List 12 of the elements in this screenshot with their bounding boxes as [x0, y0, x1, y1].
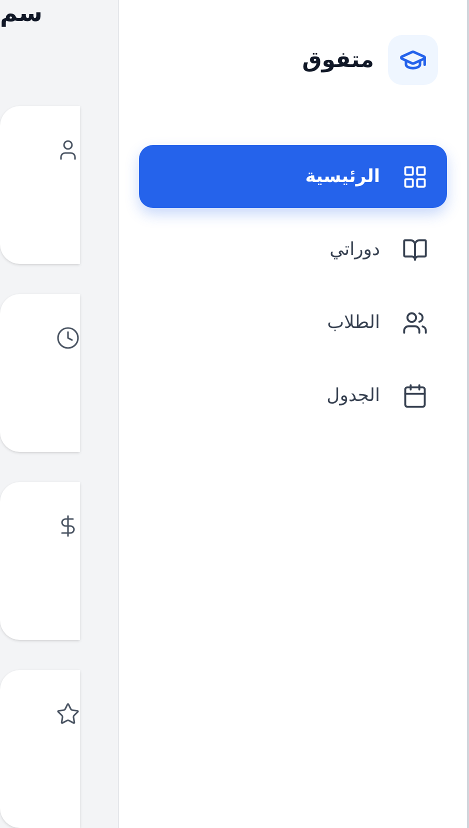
nav-item[interactable]: دوراتي — [139, 218, 447, 281]
clock-icon — [56, 326, 80, 350]
nav-item[interactable]: الرئيسية — [139, 145, 447, 208]
nav-item[interactable]: الطلاب — [139, 291, 447, 354]
grid-icon — [402, 164, 428, 190]
brand-name: متفوق — [302, 46, 374, 74]
book-icon — [402, 236, 428, 262]
star-icon — [56, 702, 80, 726]
users-icon — [402, 310, 428, 336]
nav-item[interactable]: الجدول — [139, 364, 447, 427]
page-heading: سم — [0, 0, 42, 24]
calendar-icon — [402, 382, 428, 408]
